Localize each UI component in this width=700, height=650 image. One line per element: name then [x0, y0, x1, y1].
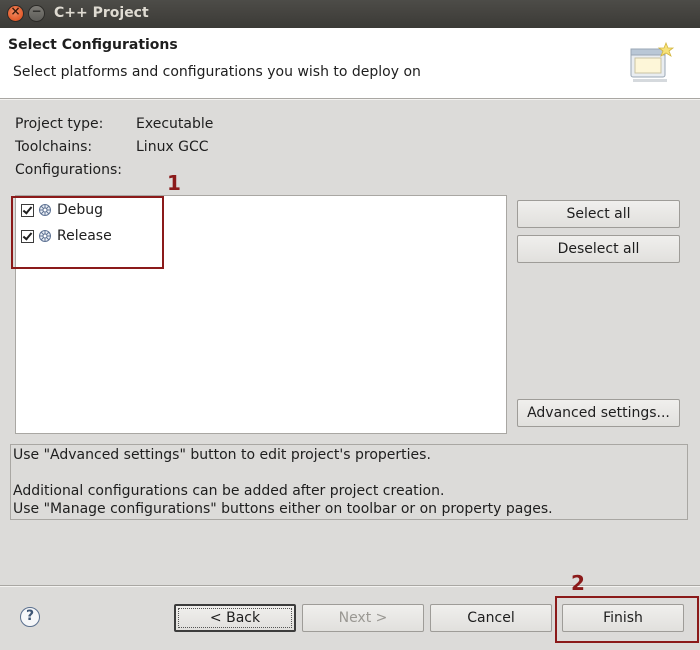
select-all-button[interactable]: Select all [517, 200, 680, 228]
annotation-box-finish [555, 596, 699, 643]
page-description: Select platforms and configurations you … [13, 64, 421, 80]
wizard-banner-icon [630, 41, 675, 82]
minimize-window-button[interactable]: − [29, 4, 44, 21]
footer-separator-highlight [0, 586, 700, 587]
annotation-marker-1: 1 [167, 171, 181, 195]
page-title: Select Configurations [8, 37, 178, 53]
advanced-settings-button[interactable]: Advanced settings... [517, 399, 680, 427]
window-titlebar: × − C++ Project [0, 0, 700, 28]
close-window-button[interactable]: × [8, 4, 23, 21]
wizard-header: Select Configurations Select platforms a… [0, 28, 700, 98]
back-button[interactable]: < Back [174, 604, 296, 632]
message-line: Use "Advanced settings" button to edit p… [13, 447, 431, 463]
message-line: Use "Manage configurations" buttons eith… [13, 501, 553, 517]
annotation-box-configurations [11, 196, 164, 269]
close-icon: × [10, 4, 21, 18]
annotation-marker-2: 2 [571, 571, 585, 595]
message-line [13, 464, 685, 482]
window-title: C++ Project [54, 5, 149, 21]
minimize-icon: − [31, 4, 42, 18]
project-type-label: Project type: [15, 116, 104, 132]
next-button[interactable]: Next > [302, 604, 424, 632]
message-line: Additional configurations can be added a… [13, 483, 445, 499]
deselect-all-button[interactable]: Deselect all [517, 235, 680, 263]
toolchains-label: Toolchains: [15, 139, 93, 155]
help-icon[interactable]: ? [20, 607, 40, 627]
cancel-button[interactable]: Cancel [430, 604, 552, 632]
configurations-label: Configurations: [15, 162, 122, 178]
project-type-value: Executable [136, 116, 214, 132]
header-separator-highlight [0, 99, 700, 100]
toolchains-value: Linux GCC [136, 139, 209, 155]
info-message-area: Use "Advanced settings" button to edit p… [10, 444, 688, 520]
